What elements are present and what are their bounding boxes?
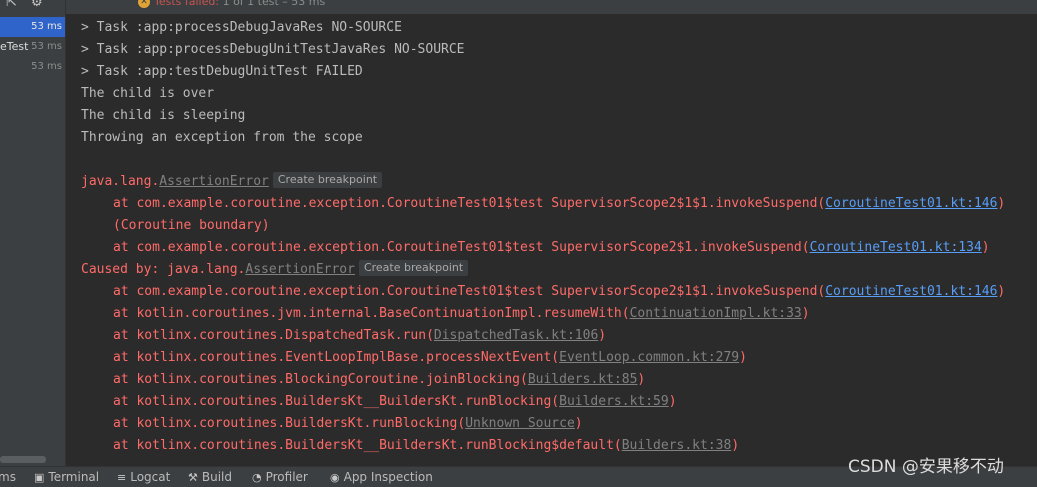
tree-horizontal-scrollbar[interactable] [0, 456, 46, 463]
stack-frame: at kotlinx.coroutines.DispatchedTask.run… [113, 328, 607, 343]
console-output[interactable]: > Task :app:processDebugJavaRes NO-SOURC… [66, 14, 1037, 466]
stack-frame: at com.example.coroutine.exception.Corou… [113, 284, 1006, 299]
failed-icon: ✕ [138, 0, 150, 8]
source-link[interactable]: CoroutineTest01.kt:146 [825, 196, 997, 211]
tree-row[interactable]: 53 ms [0, 57, 65, 77]
logcat-icon: ≡ [117, 471, 127, 484]
console-line: > Task :app:processDebugJavaRes NO-SOURC… [81, 20, 402, 35]
caused-by-line: Caused by: java.lang.AssertionError Creat… [81, 259, 469, 281]
tree-row[interactable]: eTest 53 ms [0, 37, 65, 57]
console-line: > Task :app:testDebugUnitTest FAILED [81, 64, 363, 79]
stack-frame: at kotlinx.coroutines.BlockingCoroutine.… [113, 372, 646, 387]
library-source-link[interactable]: Builders.kt:59 [559, 394, 669, 409]
hammer-icon: ⚒ [188, 471, 198, 484]
exception-prefix: java.lang. [81, 174, 160, 189]
terminal-icon: ▣ [34, 471, 45, 484]
console-line: > Task :app:processDebugUnitTestJavaRes … [81, 42, 465, 57]
caused-by-prefix: Caused by: java.lang. [81, 262, 246, 277]
stack-frame: at kotlinx.coroutines.BuildersKt__Builde… [113, 394, 677, 409]
library-source-link[interactable]: EventLoop.common.kt:279 [559, 350, 739, 365]
gauge-icon: ◔ [252, 471, 262, 484]
stack-frame: at com.example.coroutine.exception.Corou… [113, 196, 1006, 211]
console-line: Throwing an exception from the scope [81, 130, 363, 145]
stack-frame: at kotlinx.coroutines.BuildersKt__Builde… [113, 438, 740, 453]
exception-class-link[interactable]: AssertionError [159, 174, 269, 189]
toolbar-item-app-inspection[interactable]: ◉ App Inspection [330, 467, 433, 487]
exception-line: java.lang.AssertionError Create breakpoin… [81, 171, 383, 193]
toolbar-item-logcat[interactable]: ≡ Logcat [117, 467, 170, 487]
watermark: CSDN @安果移不动 [848, 457, 1004, 477]
library-source-link[interactable]: DispatchedTask.kt:106 [434, 328, 598, 343]
stack-frame: at kotlinx.coroutines.BuildersKt.runBloc… [113, 416, 583, 431]
create-breakpoint-button[interactable]: Create breakpoint [272, 172, 383, 188]
inspection-icon: ◉ [330, 471, 340, 484]
source-link[interactable]: CoroutineTest01.kt:134 [810, 240, 982, 255]
test-status-banner: ✕ Tests failed: 1 of 1 test – 53 ms [66, 0, 1037, 14]
stack-frame: at kotlinx.coroutines.EventLoopImplBase.… [113, 350, 747, 365]
stack-frame: at kotlin.coroutines.jvm.internal.BaseCo… [113, 306, 810, 321]
source-link[interactable]: CoroutineTest01.kt:146 [825, 284, 997, 299]
library-source-link[interactable]: Builders.kt:85 [528, 372, 638, 387]
create-breakpoint-button[interactable]: Create breakpoint [358, 260, 469, 276]
toolbar-item-build[interactable]: ⚒ Build [188, 467, 232, 487]
test-tree-panel: ⇱ ⚙ 53 ms eTest 53 ms 53 ms [0, 0, 66, 466]
stack-frame: at com.example.coroutine.exception.Corou… [113, 240, 990, 255]
tests-failed-count: 1 of 1 test – 53 ms [222, 0, 326, 8]
tree-row[interactable]: 53 ms [0, 17, 65, 37]
toolbar-item-terminal[interactable]: ▣ Terminal [34, 467, 99, 487]
export-icon[interactable]: ⇱ [6, 0, 17, 9]
tree-toolbar: ⇱ ⚙ [0, 0, 65, 14]
tests-failed-label: Tests failed: [154, 0, 220, 8]
library-source-link[interactable]: Unknown Source [465, 416, 575, 431]
library-source-link[interactable]: ContinuationImpl.kt:33 [630, 306, 802, 321]
stack-frame: (Coroutine boundary) [113, 218, 270, 233]
test-status: ✕ Tests failed: 1 of 1 test – 53 ms [138, 0, 325, 8]
toolbar-item-profiler[interactable]: ◔ Profiler [252, 467, 308, 487]
exception-class-link[interactable]: AssertionError [245, 262, 355, 277]
console-line: The child is sleeping [81, 108, 246, 123]
gear-icon[interactable]: ⚙ [31, 0, 43, 9]
library-source-link[interactable]: Builders.kt:38 [622, 438, 732, 453]
toolbar-item-partial[interactable]: ms [0, 467, 16, 487]
console-line: The child is over [81, 86, 215, 101]
